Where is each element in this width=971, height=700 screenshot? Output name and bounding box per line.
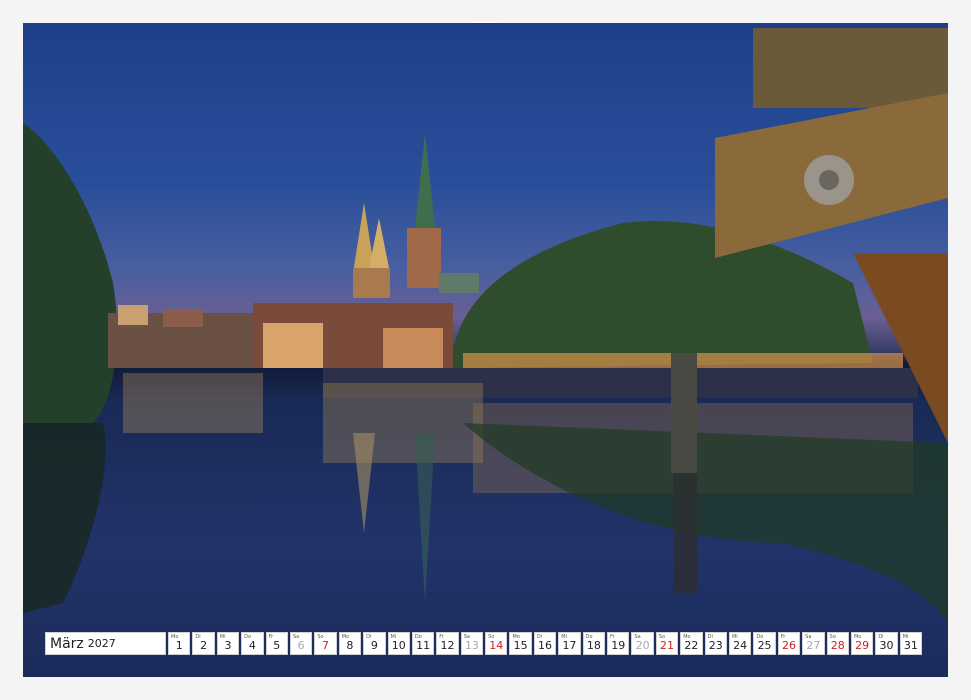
day-number: 1 <box>175 639 183 652</box>
day-number: 30 <box>879 639 894 652</box>
day-cell: Do 11 <box>411 632 435 655</box>
day-cell: Fr 26 <box>777 632 801 655</box>
day-number: 8 <box>346 639 354 652</box>
day-number: 6 <box>297 639 305 652</box>
day-cell: Do 25 <box>753 632 776 655</box>
day-cell: Fr 12 <box>436 632 459 655</box>
day-cell: Di 16 <box>533 632 557 655</box>
day-number: 23 <box>708 639 723 652</box>
month-name: März <box>50 635 84 652</box>
day-cell: Mo 22 <box>680 632 703 655</box>
willow-tree-left <box>23 123 117 423</box>
day-number: 13 <box>464 639 479 652</box>
day-number: 19 <box>611 639 626 652</box>
day-number: 20 <box>635 639 650 652</box>
day-cell: So 21 <box>655 632 679 655</box>
day-number: 17 <box>562 639 577 652</box>
day-cell: So 28 <box>826 632 849 655</box>
day-cell: Mi 31 <box>899 632 923 655</box>
day-number: 11 <box>416 639 431 652</box>
day-cell: Fr 5 <box>265 632 288 655</box>
day-number: 4 <box>248 639 256 652</box>
day-number: 10 <box>391 639 406 652</box>
day-number: 16 <box>538 639 553 652</box>
day-number: 28 <box>830 639 845 652</box>
mooring-post <box>671 353 697 473</box>
day-cell: Mi 24 <box>728 632 752 655</box>
day-number: 29 <box>855 639 870 652</box>
cathedral-spire-right <box>368 218 390 273</box>
day-cell: Sa 20 <box>631 632 654 655</box>
day-cell: Di 2 <box>192 632 215 655</box>
day-number: 14 <box>489 639 504 652</box>
day-number: 21 <box>660 639 674 652</box>
day-number: 7 <box>322 639 330 652</box>
day-cells: Mo 1 Di 2 Mi 3 Do 4 Fr 5 Sa 6 So 7 Mo 8 Di 9 Mi 10 Do 11 Fr 12 S… <box>168 632 923 655</box>
day-cell: Mi 10 <box>387 632 410 655</box>
calendar-strip: März 2027 Mo 1 Di 2 Mi 3 Do 4 Fr 5 Sa 6 So 7 Mo 8 Di 9 Mi 1… <box>45 632 923 655</box>
day-number: 24 <box>733 639 748 652</box>
day-number: 25 <box>757 639 772 652</box>
day-cell: Mi 17 <box>558 632 581 655</box>
tree-reflection <box>463 423 948 623</box>
day-cell: Mo 15 <box>509 632 532 655</box>
day-number: 26 <box>781 639 796 652</box>
day-number: 15 <box>513 639 528 652</box>
day-cell: Fr 19 <box>607 632 630 655</box>
day-cell: Mi 3 <box>216 632 240 655</box>
month-label: März 2027 <box>45 632 166 655</box>
calendar-page: März 2027 Mo 1 Di 2 Mi 3 Do 4 Fr 5 Sa 6 So 7 Mo 8 Di 9 Mi 1… <box>0 0 971 700</box>
month-year: 2027 <box>87 637 116 650</box>
day-cell: Di 23 <box>704 632 727 655</box>
trees-right <box>453 221 873 368</box>
day-cell: Do 4 <box>241 632 264 655</box>
day-cell: Sa 6 <box>289 632 313 655</box>
day-number: 18 <box>586 639 601 652</box>
day-number: 2 <box>200 639 208 652</box>
day-number: 9 <box>370 639 378 652</box>
day-number: 3 <box>224 639 232 652</box>
day-cell: Sa 27 <box>802 632 825 655</box>
day-cell: Mo 29 <box>850 632 874 655</box>
day-cell: Mo 1 <box>168 632 191 655</box>
day-cell: Di 30 <box>875 632 898 655</box>
day-number: 27 <box>806 639 821 652</box>
day-number: 5 <box>273 639 281 652</box>
day-cell: Mo 8 <box>338 632 362 655</box>
church-spire <box>415 133 435 228</box>
day-cell: Do 18 <box>582 632 606 655</box>
day-cell: Sa 13 <box>460 632 484 655</box>
calendar-photo <box>23 23 948 677</box>
photo-scene <box>23 28 948 623</box>
day-cell: So 14 <box>485 632 508 655</box>
day-number: 31 <box>903 639 918 652</box>
day-number: 12 <box>440 639 455 652</box>
day-cell: Di 9 <box>363 632 386 655</box>
day-number: 22 <box>684 639 699 652</box>
day-cell: So 7 <box>314 632 337 655</box>
